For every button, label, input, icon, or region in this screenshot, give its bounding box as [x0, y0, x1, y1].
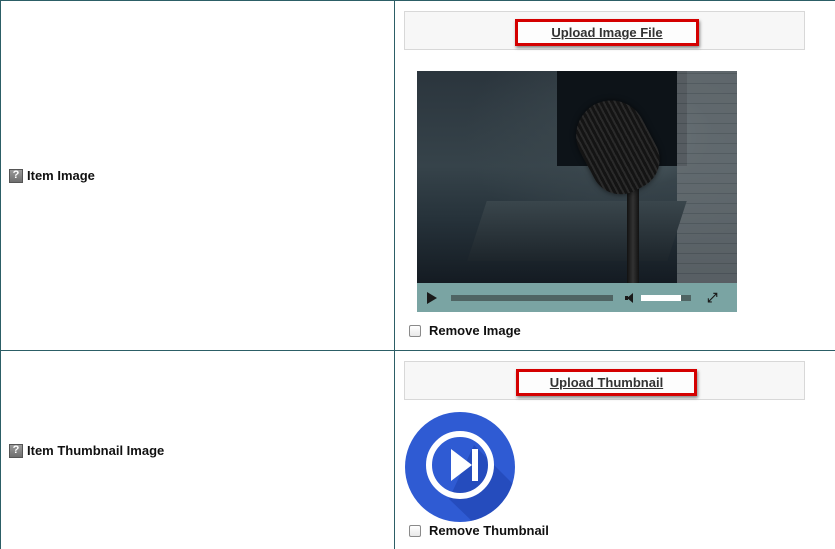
upload-image-file-button[interactable]: Upload Image File [515, 19, 699, 46]
volume-icon[interactable] [625, 292, 635, 303]
video-progress-bar[interactable] [451, 294, 613, 301]
remove-image-label: Remove Image [429, 323, 521, 338]
item-image-video-player[interactable]: ⤢ [417, 71, 737, 312]
brick-wall [677, 71, 737, 283]
remove-thumbnail-label: Remove Thumbnail [429, 523, 549, 538]
remove-image-checkbox[interactable] [409, 324, 421, 337]
item-image-label: ? Item Image [9, 168, 95, 183]
help-icon[interactable]: ? [9, 443, 23, 458]
upload-image-bar: Upload Image File [404, 11, 805, 50]
item-media-form: ? Item Image Upload Image File ⤢ Remove … [0, 0, 835, 549]
video-frame [417, 71, 737, 286]
fullscreen-icon[interactable]: ⤢ [707, 291, 719, 304]
remove-image-option: Remove Image [409, 323, 521, 338]
remove-thumbnail-option: Remove Thumbnail [409, 523, 549, 538]
mic-stand [627, 186, 639, 286]
item-thumbnail-label-text: Item Thumbnail Image [27, 443, 165, 458]
video-controls: ⤢ [417, 283, 737, 312]
help-icon[interactable]: ? [9, 168, 23, 183]
item-image-label-text: Item Image [27, 168, 95, 183]
studio-desk [467, 201, 687, 261]
volume-level [641, 294, 681, 301]
upload-thumbnail-button[interactable]: Upload Thumbnail [516, 369, 697, 396]
volume-slider[interactable] [641, 294, 691, 301]
item-thumbnail-label: ? Item Thumbnail Image [9, 443, 164, 458]
play-next-circle-icon [405, 412, 515, 522]
row-divider [0, 350, 835, 351]
upload-thumbnail-bar: Upload Thumbnail [404, 361, 805, 400]
play-icon[interactable] [427, 291, 437, 304]
remove-thumbnail-checkbox[interactable] [409, 524, 421, 537]
